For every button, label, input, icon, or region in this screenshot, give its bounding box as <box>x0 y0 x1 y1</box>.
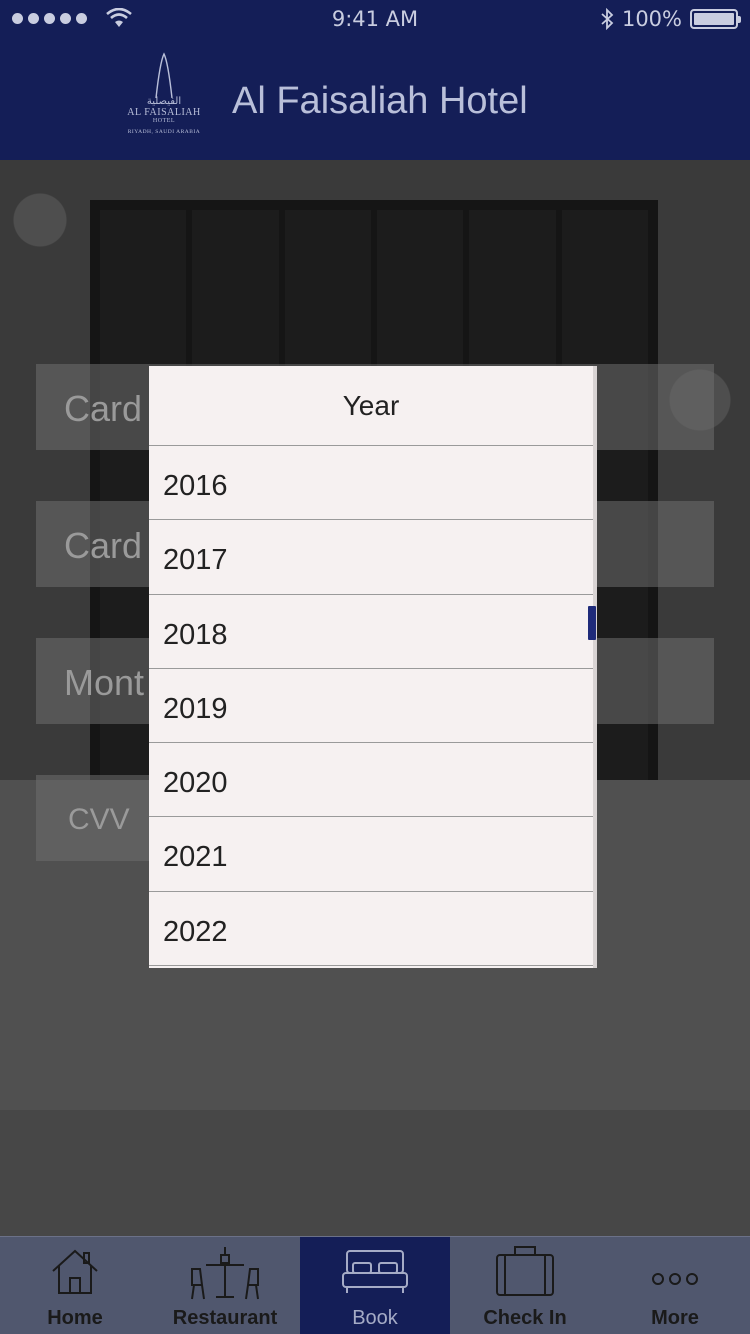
year-option[interactable]: 2020 <box>149 743 593 818</box>
year-option[interactable]: 2021 <box>149 817 593 892</box>
year-picker: Year 2016 2017 2018 2019 2020 2021 2022 <box>149 366 597 968</box>
picker-scrollbar[interactable] <box>588 606 596 640</box>
logo-location: RIYADH, SAUDI ARABIA <box>127 129 201 135</box>
tab-label: More <box>651 1307 699 1329</box>
tab-book[interactable]: Book <box>300 1237 450 1334</box>
more-icon <box>652 1273 698 1285</box>
logo-arabic: الفيصلية <box>146 96 182 107</box>
tab-more[interactable]: More <box>600 1237 750 1334</box>
bed-icon <box>342 1250 408 1293</box>
tab-label: Check In <box>483 1307 567 1329</box>
tab-label: Book <box>352 1307 398 1329</box>
year-list: 2016 2017 2018 2019 2020 2021 2022 <box>149 446 593 967</box>
tower-icon <box>155 52 173 99</box>
year-option[interactable]: 2017 <box>149 520 593 595</box>
year-option[interactable]: 2019 <box>149 669 593 744</box>
battery-percent: 100% <box>621 7 682 31</box>
year-option[interactable]: 2022 <box>149 892 593 967</box>
suitcase-icon <box>496 1246 554 1296</box>
year-option[interactable]: 2016 <box>149 446 593 521</box>
tab-bar: Home Restaurant Book Check In More <box>0 1236 750 1334</box>
tab-restaurant[interactable]: Restaurant <box>150 1237 300 1334</box>
floor <box>0 1110 750 1236</box>
bluetooth-icon <box>601 8 614 30</box>
tab-label: Restaurant <box>172 1307 278 1329</box>
page-title: Al Faisaliah Hotel <box>232 80 528 122</box>
tab-check-in[interactable]: Check In <box>450 1237 600 1334</box>
status-bar: 9:41 AM 100% <box>0 0 750 40</box>
year-option[interactable]: 2018 <box>149 595 593 669</box>
restaurant-icon <box>191 1247 259 1300</box>
picker-title: Year <box>149 366 593 446</box>
logo-sub: HOTEL <box>152 118 176 124</box>
logo-name: AL FAISALIAH <box>127 107 201 118</box>
app-header: الفيصلية AL FAISALIAH HOTEL RIYADH, SAUD… <box>0 40 750 160</box>
status-right: 100% <box>600 7 741 31</box>
home-icon <box>52 1249 98 1294</box>
battery-icon <box>690 9 741 29</box>
tab-label: Home <box>47 1307 103 1329</box>
tab-home[interactable]: Home <box>0 1237 150 1334</box>
hotel-logo: الفيصلية AL FAISALIAH HOTEL RIYADH, SAUD… <box>118 52 210 152</box>
